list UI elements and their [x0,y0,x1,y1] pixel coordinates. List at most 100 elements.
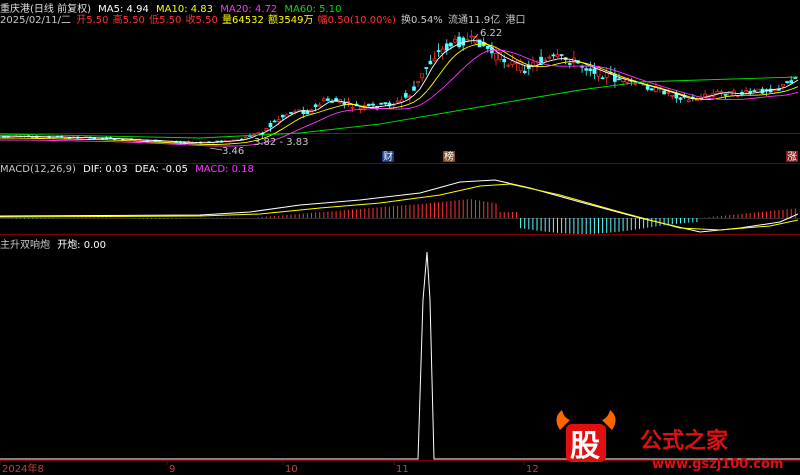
candle-body [670,94,675,97]
candle-body [727,91,732,97]
candle-body [313,104,318,107]
brand-url: www.gszj100.com [652,457,783,472]
dea-line [0,183,799,231]
x-tick-label: 2024年8 [2,462,44,475]
candle-body [752,90,757,92]
candle-body [244,136,248,139]
candle-body [412,86,416,91]
candle-body [268,123,273,128]
candle-body [305,111,310,115]
candle-body [744,90,748,93]
candle-body [592,68,597,74]
candle-body [326,98,330,101]
candle-body [756,88,761,93]
candle-body [420,73,425,79]
mid-price-label: 3.82 - 3.83 [254,137,309,148]
macd-title[interactable]: MACD(12,26,9) [0,164,76,175]
candle-body [543,59,548,62]
candle-body [555,54,560,58]
candle-body [457,36,461,48]
candle-body [617,78,621,81]
candle-body [342,102,347,105]
candle-body [723,93,728,96]
low-price-label: 3.46 [222,146,244,157]
candle-body [424,67,429,69]
candle-body [358,106,363,110]
candle-body [367,103,371,106]
candle-body [383,102,388,105]
candle-body [518,60,523,72]
macd-lines [0,179,799,233]
candle-body [416,81,420,84]
candle-body [256,132,261,135]
candle-body [350,106,355,109]
indicator-header: 主升双响炮 开炮: 0.00 [0,236,110,251]
candle-body [522,70,527,74]
candle-body [399,99,404,103]
ma20-line [0,49,799,147]
x-tick-label: 9 [169,464,175,475]
x-tick-label: 11 [396,464,409,475]
x-tick-label: 12 [526,464,539,475]
candle-body [428,60,433,65]
candle-body [444,43,449,51]
candle-body [453,38,457,43]
candle-body [272,120,277,123]
candle-body [403,93,408,98]
candle-body [276,119,281,122]
candle-body [781,83,785,87]
candle-body [531,62,535,66]
candle-body [547,56,552,59]
marker-cai[interactable]: 财 [383,150,393,163]
candle-body [588,68,593,71]
dif-line [0,179,799,233]
candle-body [703,93,707,97]
candle-body [461,37,466,46]
macd-dea: DEA: -0.05 [134,164,188,175]
candle-body [436,50,441,52]
candle-body [567,63,572,65]
candle-body [506,64,511,67]
candle-body [633,83,638,85]
candle-body [785,81,789,83]
candle-body [321,98,326,102]
candle-body [719,91,724,94]
candlestick-series [2,30,798,145]
candle-body [674,93,679,99]
candle-body [449,42,453,47]
candle-body [789,80,794,84]
candle-body [379,102,384,105]
candle-body [264,128,269,132]
indicator-title[interactable]: 主升双响炮 [0,240,50,251]
indicator-value: 开炮: 0.00 [57,240,107,251]
moving-average-lines [0,40,799,147]
macd-value: MACD: 0.18 [195,164,254,175]
candle-body [494,53,498,61]
ma5-line [0,40,799,144]
candle-body [317,104,322,107]
candle-body [793,77,798,79]
high-price-label: 6.22 [480,28,502,39]
candle-body [252,133,256,136]
candle-body [662,90,666,95]
gszj-logo-icon: 股 [556,410,616,464]
candle-body [371,103,375,106]
brand-name: 公式之家 [640,428,729,454]
candle-body [678,97,683,100]
candle-body [408,95,412,98]
candle-body [432,58,437,61]
candle-body [584,68,589,71]
candle-body [510,60,515,66]
candle-body [666,91,671,94]
candle-body [469,35,474,38]
candle-body [686,99,691,103]
low-pointer [209,147,223,151]
marker-bang[interactable]: 榜 [444,150,454,163]
marker-zhang[interactable]: 涨 [787,151,797,163]
ma60-line [0,76,799,139]
candle-body [289,112,293,114]
x-tick-label: 10 [285,464,298,475]
candle-body [502,58,507,63]
chart-canvas[interactable]: 6.22 3.46 3.82 - 3.83 财 榜 涨 2024年8 9 10 … [0,0,800,475]
macd-dif: DIF: 0.03 [83,164,128,175]
